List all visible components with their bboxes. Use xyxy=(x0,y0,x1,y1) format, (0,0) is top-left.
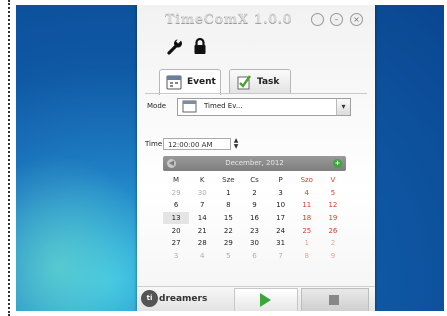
play-icon xyxy=(260,293,271,307)
calendar-day[interactable]: 9 xyxy=(320,250,346,263)
calendar-week-row: 27 28 29 30 31 1 2 xyxy=(163,237,346,250)
lock-icon[interactable] xyxy=(193,37,207,56)
calendar-day[interactable]: 3 xyxy=(268,187,294,200)
calendar-day[interactable]: 2 xyxy=(241,187,267,200)
close-button[interactable]: × xyxy=(350,13,363,26)
calendar-day[interactable]: 5 xyxy=(215,250,241,263)
brand-logo: ti xyxy=(141,290,158,307)
time-stepper[interactable]: ▲ ▼ xyxy=(232,138,240,150)
calendar-day[interactable]: 8 xyxy=(215,199,241,212)
mode-select[interactable]: Timed Ev... ▾ xyxy=(177,98,351,116)
stop-icon xyxy=(329,295,339,305)
calendar-week-row: 20 21 22 23 24 25 26 xyxy=(163,224,346,237)
calendar-day[interactable]: 10 xyxy=(268,199,294,212)
title-bar[interactable]: TimeComX 1.0.0 – × xyxy=(137,5,375,35)
calendar-day[interactable]: 28 xyxy=(189,237,215,250)
calendar-day[interactable]: 24 xyxy=(268,224,294,237)
app-window: TimeComX 1.0.0 – × Event Task Mode Timed… xyxy=(137,5,375,311)
calendar-day[interactable]: 12 xyxy=(320,199,346,212)
calendar-day[interactable]: 29 xyxy=(163,187,189,200)
calendar-day[interactable]: 6 xyxy=(241,250,267,263)
calendar-day[interactable]: 30 xyxy=(189,187,215,200)
tab-task[interactable]: Task xyxy=(229,69,291,94)
circle-button-icon[interactable] xyxy=(311,13,324,26)
bottom-bar: ti dreamers xyxy=(137,286,375,311)
calendar-day[interactable]: 8 xyxy=(294,250,320,263)
weekday-header: Sze xyxy=(222,176,235,185)
calendar-day[interactable]: 19 xyxy=(320,212,346,225)
calendar-header: ◀ December, 2012 + xyxy=(163,156,346,171)
calendar-day[interactable]: 6 xyxy=(163,199,189,212)
calendar-day[interactable]: 7 xyxy=(268,250,294,263)
calendar-day[interactable]: 18 xyxy=(294,212,320,225)
calendar-icon xyxy=(166,75,182,90)
calendar-day[interactable]: 23 xyxy=(241,224,267,237)
event-panel: Mode Timed Ev... ▾ Time 12:00:00 AM ▲ ▼ ◀… xyxy=(145,93,367,282)
weekday-header: P xyxy=(278,176,283,185)
calendar-day[interactable]: 2 xyxy=(320,237,346,250)
calendar-day[interactable]: 4 xyxy=(294,187,320,200)
calendar-day[interactable]: 16 xyxy=(241,212,267,225)
stop-button[interactable] xyxy=(301,288,369,311)
calendar-day[interactable]: 9 xyxy=(241,199,267,212)
time-label: Time xyxy=(145,140,163,148)
desktop-background: TimeComX 1.0.0 – × Event Task Mode Timed… xyxy=(16,5,444,311)
calendar-week-row: 13 14 15 16 17 18 19 xyxy=(163,211,346,225)
mode-value: Timed Ev... xyxy=(204,102,243,110)
calendar-day[interactable]: 17 xyxy=(268,212,294,225)
dotted-divider xyxy=(8,0,10,316)
brand-name: dreamers xyxy=(159,294,208,304)
time-input[interactable]: 12:00:00 AM xyxy=(163,138,231,150)
calendar-day[interactable]: 20 xyxy=(163,224,189,237)
weekday-header: Szo xyxy=(300,176,313,185)
calendar-day[interactable]: 25 xyxy=(294,224,320,237)
calendar-day[interactable]: 21 xyxy=(189,224,215,237)
weekday-header: Cs xyxy=(250,176,259,185)
wrench-icon[interactable] xyxy=(166,38,184,56)
calendar-icon xyxy=(182,100,197,113)
calendar-day[interactable]: 3 xyxy=(163,250,189,263)
wallpaper-glow xyxy=(16,155,156,311)
weekday-header: M xyxy=(173,176,180,185)
calendar-day-today[interactable]: 13 xyxy=(163,211,190,225)
calendar-week-row: 29 30 1 2 3 4 5 xyxy=(163,187,346,200)
tab-bar: Event Task xyxy=(137,65,375,95)
calendar-day[interactable]: 5 xyxy=(320,187,346,200)
tab-event-label: Event xyxy=(187,77,216,87)
calendar-day[interactable]: 29 xyxy=(215,237,241,250)
start-button[interactable] xyxy=(234,288,298,311)
tab-event[interactable]: Event xyxy=(159,69,221,95)
weekday-header-row: M K Sze Cs P Szo V xyxy=(163,174,346,187)
calendar-day[interactable]: 31 xyxy=(268,237,294,250)
weekday-header: V xyxy=(330,176,336,185)
calendar-week-row: 6 7 8 9 10 11 12 xyxy=(163,199,346,212)
next-month-button[interactable]: + xyxy=(333,159,342,168)
checklist-icon xyxy=(237,75,251,90)
calendar-day[interactable]: 14 xyxy=(189,212,215,225)
calendar-month-title: December, 2012 xyxy=(225,159,284,167)
minimize-button[interactable]: – xyxy=(330,13,343,26)
calendar-day[interactable]: 1 xyxy=(294,237,320,250)
calendar-day[interactable]: 4 xyxy=(189,250,215,263)
calendar-week-row: 3 4 5 6 7 8 9 xyxy=(163,250,346,263)
calendar-day[interactable]: 11 xyxy=(294,199,320,212)
calendar-day[interactable]: 1 xyxy=(215,187,241,200)
chevron-down-icon[interactable]: ▾ xyxy=(336,99,350,115)
calendar-day[interactable]: 15 xyxy=(215,212,241,225)
calendar-day[interactable]: 26 xyxy=(320,224,346,237)
app-title: TimeComX 1.0.0 xyxy=(165,12,293,27)
calendar-day[interactable]: 27 xyxy=(163,237,189,250)
weekday-header: K xyxy=(199,176,205,185)
tab-task-label: Task xyxy=(257,77,280,87)
calendar-day[interactable]: 30 xyxy=(241,237,267,250)
calendar-day[interactable]: 7 xyxy=(189,199,215,212)
mode-label: Mode xyxy=(147,102,167,110)
calendar-grid: M K Sze Cs P Szo V 29 30 1 2 3 4 5 6 7 8… xyxy=(163,174,346,262)
toolbar xyxy=(137,35,375,61)
calendar-day[interactable]: 22 xyxy=(215,224,241,237)
